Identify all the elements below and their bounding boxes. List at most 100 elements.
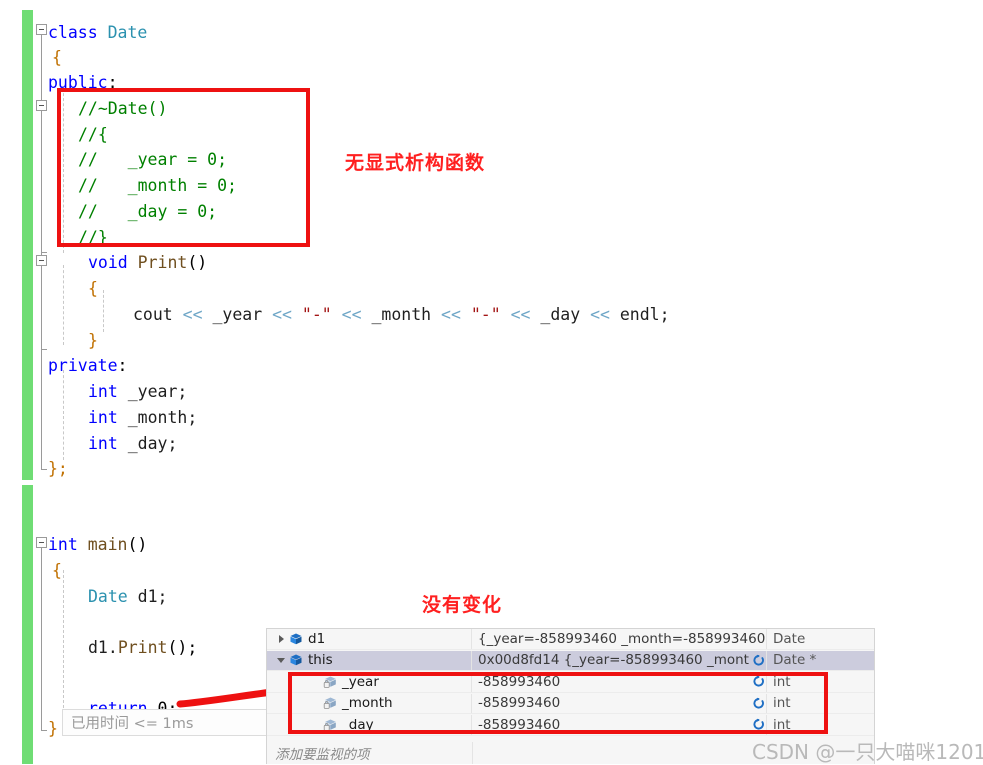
code-line-11: cout << _year << "-" << _month << "-" <<… (133, 302, 670, 328)
code-token: "-" (301, 305, 332, 324)
watch-value-cell[interactable]: 0x00d8fd14 {_year=-858993460 _month... (472, 650, 767, 670)
code-token: } (88, 331, 98, 350)
code-token: : (117, 356, 128, 375)
code-token: class (48, 23, 108, 42)
code-token: cout (133, 305, 183, 324)
indent-guide-main-body (63, 570, 64, 718)
code-token: private (48, 356, 118, 375)
code-token: void (88, 253, 138, 272)
fold-marker-ctor-comment[interactable] (36, 100, 47, 111)
code-line-14: int _year; (88, 379, 187, 405)
code-token: "-" (470, 305, 501, 324)
indent-guide-print-body (63, 265, 64, 345)
fold-guide-print (41, 266, 42, 338)
object-cube-icon (289, 653, 303, 667)
add-watch-column-divider (472, 742, 473, 764)
code-token: } (48, 719, 58, 738)
annotation-box-member-values (288, 672, 828, 734)
annotation-box-commented-destructor (57, 88, 310, 247)
code-line-21: d1.Print(); (88, 635, 197, 661)
code-token: Print (117, 638, 168, 657)
code-line-0: class Date (48, 20, 147, 46)
fold-guide-ctor-end (41, 240, 47, 253)
code-token: << (441, 305, 461, 324)
code-token: << (510, 305, 531, 324)
code-line-16: int _day; (88, 431, 177, 457)
refresh-value-icon[interactable] (750, 654, 766, 667)
code-token: << (182, 305, 203, 324)
code-token: _month (361, 305, 442, 324)
change-bar-bottom (22, 485, 33, 764)
object-cube-icon (289, 632, 303, 646)
code-line-18: int main() (48, 532, 147, 558)
code-token: _day (530, 305, 591, 324)
elapsed-time-label: 已用时间 <= 1ms (71, 716, 194, 732)
code-line-1: { (52, 45, 62, 71)
code-token: _year; (127, 382, 188, 401)
code-token: () (127, 535, 148, 554)
code-token: { (52, 48, 62, 67)
annotation-no-explicit-destructor: 无显式析构函数 (345, 152, 486, 174)
expand-arrow-icon[interactable] (273, 634, 289, 643)
fold-guide-main-end (41, 719, 47, 731)
code-token: { (88, 279, 98, 298)
code-token: _day; (127, 434, 178, 453)
annotation-no-change: 没有变化 (422, 594, 503, 616)
watch-value-text: {_year=-858993460 _month=-858993460 _... (478, 630, 766, 647)
code-token: int (88, 434, 128, 453)
indent-guide-private (63, 370, 64, 460)
change-bar-top (22, 10, 33, 480)
fold-marker-print[interactable] (36, 255, 47, 266)
fold-marker-main[interactable] (36, 537, 47, 548)
watch-type-cell: Date * (773, 652, 817, 669)
collapse-arrow-icon[interactable] (273, 657, 289, 663)
fold-marker-class[interactable] (36, 24, 47, 35)
code-line-10: { (88, 276, 98, 302)
code-line-23: } (48, 716, 58, 742)
code-token: _year (202, 305, 273, 324)
fold-guide-print-end (41, 337, 47, 350)
code-token: Date (88, 587, 128, 606)
code-token: << (272, 305, 292, 324)
code-token: << (341, 305, 362, 324)
code-token: () (187, 253, 208, 272)
watch-variable-name: d1 (308, 630, 326, 647)
watch-name-cell[interactable]: this (267, 650, 472, 670)
code-token: main (87, 535, 128, 554)
watch-value-text: 0x00d8fd14 {_year=-858993460 _month... (478, 652, 750, 669)
watch-row[interactable]: this 0x00d8fd14 {_year=-858993460 _month.… (267, 650, 874, 671)
code-line-9: void Print() (88, 250, 207, 276)
code-token: { (52, 561, 62, 580)
elapsed-time-hint: 已用时间 <= 1ms (62, 709, 269, 736)
fold-guide-main (41, 548, 42, 720)
code-line-19: { (52, 558, 62, 584)
code-token: Print (137, 253, 188, 272)
code-token: endl; (609, 305, 670, 324)
code-token: int (48, 535, 88, 554)
watch-row[interactable]: d1 {_year=-858993460 _month=-858993460 _.… (267, 629, 874, 650)
fold-guide-ctor (41, 111, 42, 241)
code-line-12: } (88, 328, 98, 354)
code-token: int (88, 382, 128, 401)
code-token: _month; (127, 408, 198, 427)
indent-guide-print-inner (103, 290, 104, 332)
code-token: int (88, 408, 128, 427)
code-token: (); (167, 638, 198, 657)
add-watch-placeholder: 添加要监视的项 (275, 747, 370, 763)
code-line-15: int _month; (88, 405, 197, 431)
code-token: }; (48, 459, 68, 478)
code-token: d1. (88, 638, 118, 657)
code-token: << (590, 305, 610, 324)
watch-value-cell[interactable]: {_year=-858993460 _month=-858993460 _... (472, 629, 767, 649)
code-token: Date (107, 23, 148, 42)
code-line-20: Date d1; (88, 584, 168, 610)
watch-name-cell[interactable]: d1 (267, 629, 472, 649)
code-token: d1; (127, 587, 168, 606)
watermark-credit: CSDN @一只大喵咪1201 (752, 740, 983, 764)
code-line-13: private: (48, 353, 127, 379)
watch-variable-name: this (308, 652, 333, 669)
